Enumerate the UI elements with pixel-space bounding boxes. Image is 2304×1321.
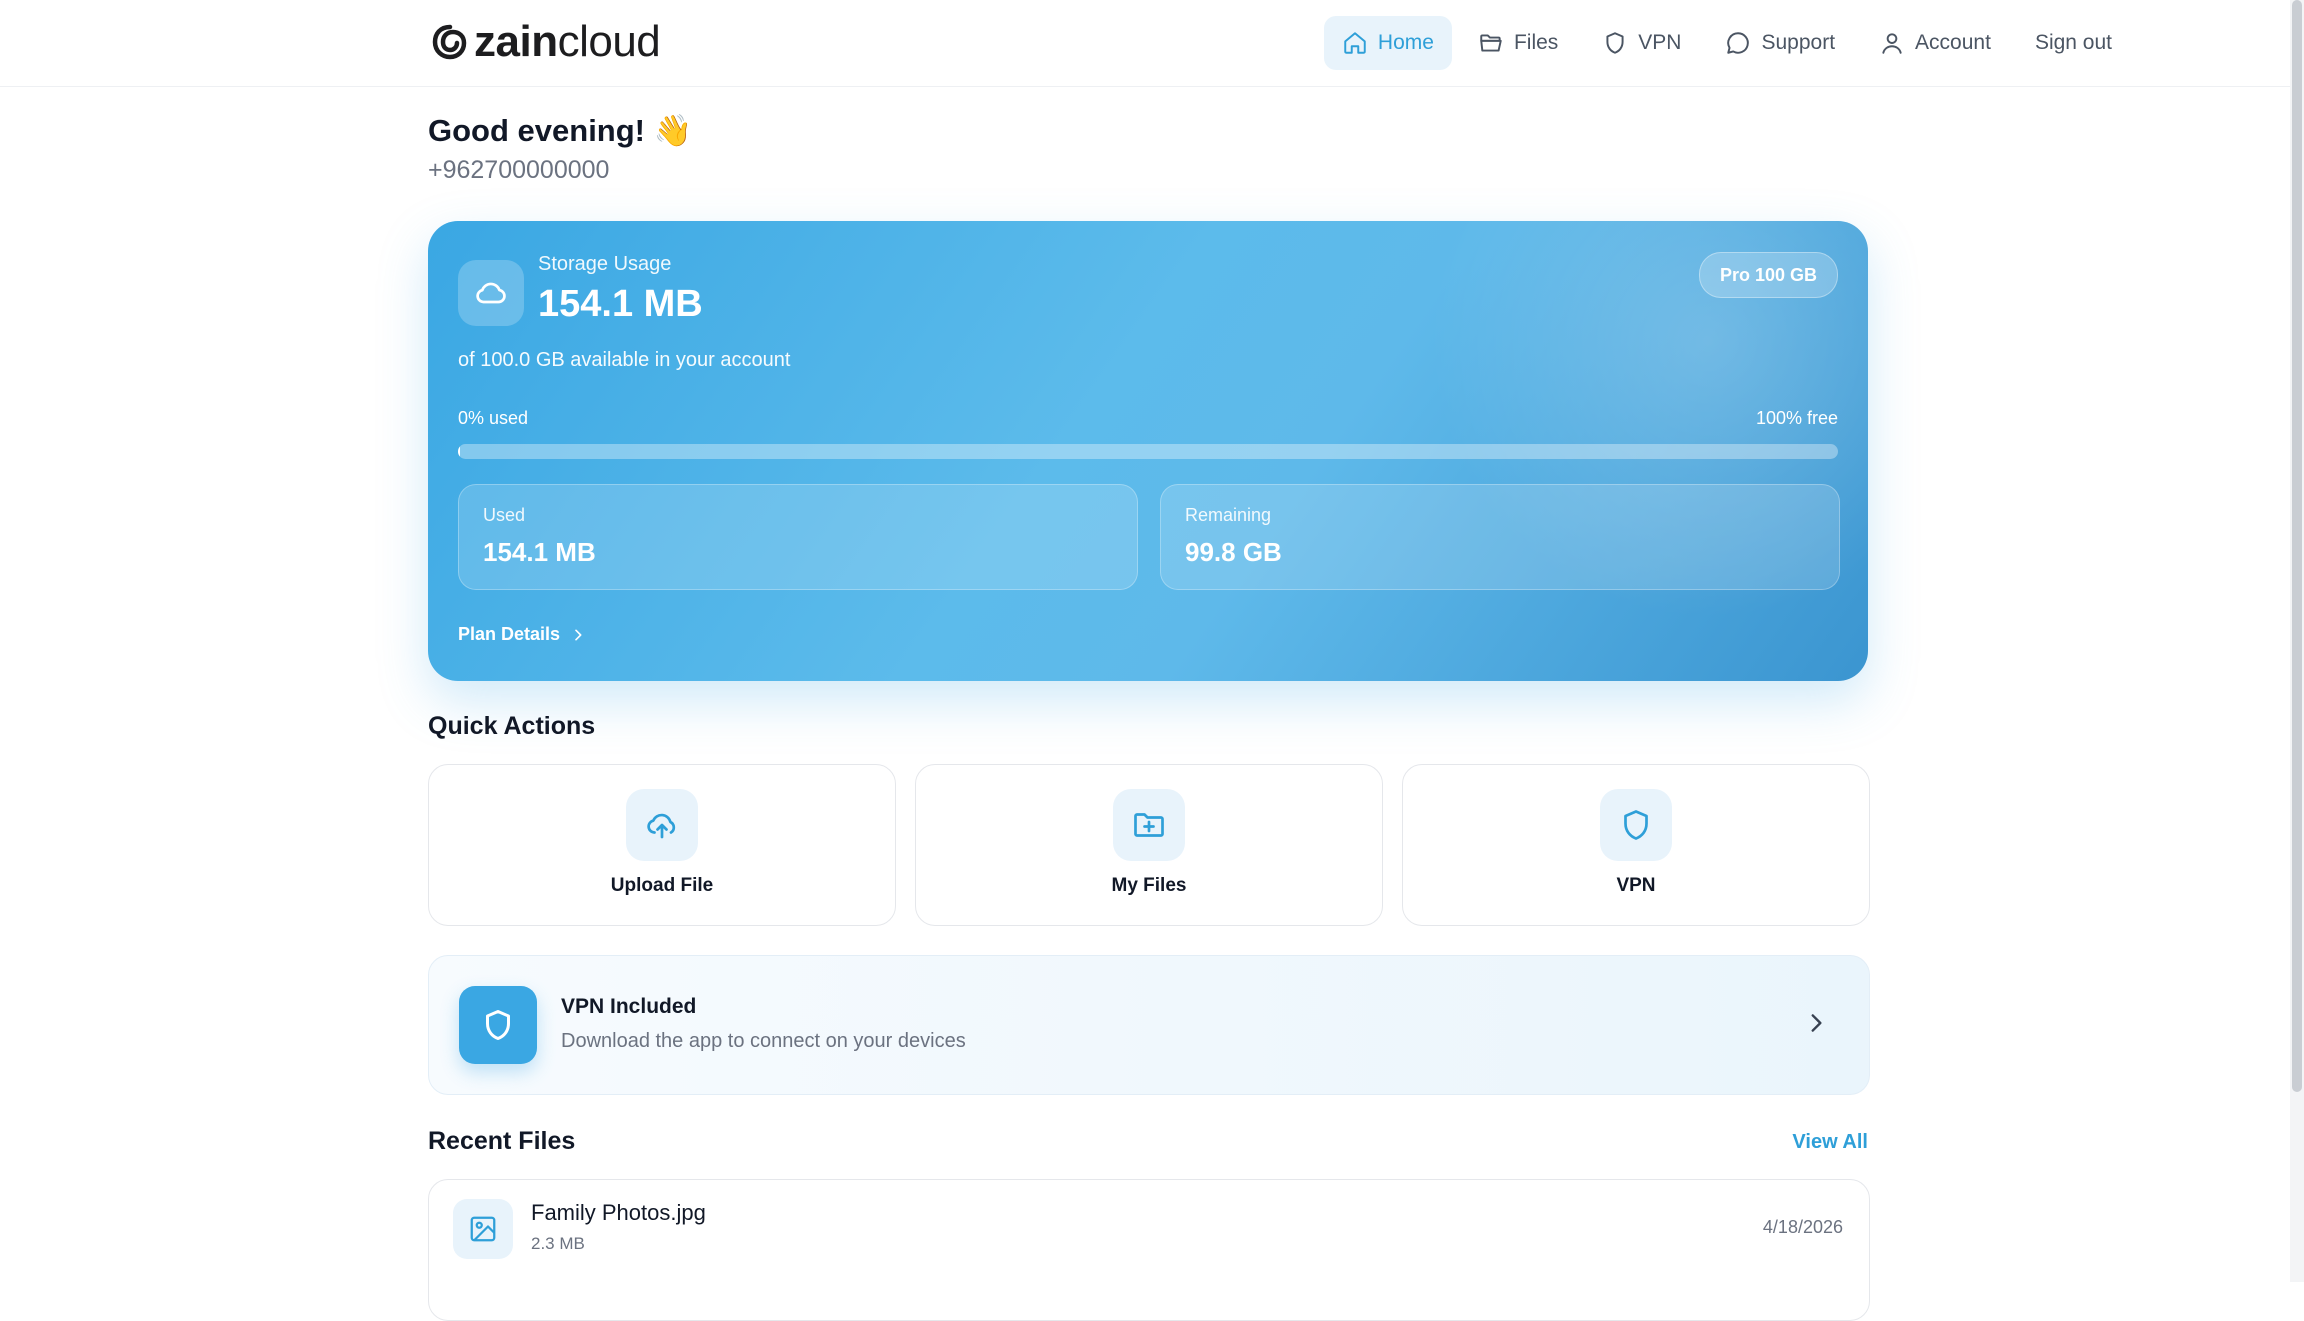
logo-text-light: cloud <box>557 17 661 66</box>
recent-files-title: Recent Files <box>428 1127 576 1155</box>
file-date: 4/18/2026 <box>1762 1217 1843 1237</box>
recent-files-list: Family Photos.jpg 2.3 MB 4/18/2026 <box>428 1179 1870 1321</box>
storage-available-text: of 100.0 GB available in your account <box>458 349 791 371</box>
nav-item-vpn[interactable]: VPN <box>1584 16 1699 70</box>
image-icon <box>453 1199 513 1259</box>
nav-item-home[interactable]: Home <box>1323 16 1452 70</box>
wave-emoji: 👋 <box>653 113 693 148</box>
used-percent: 0% used <box>458 408 529 428</box>
top-navigation-bar: zaincloud Home Files VPN Support Account… <box>0 0 2290 87</box>
chevron-right-icon <box>1811 1014 1822 1032</box>
nav-item-files[interactable]: Files <box>1460 16 1576 70</box>
file-size: 2.3 MB <box>531 1234 585 1253</box>
main-nav: Home Files VPN Support Account Sign out <box>1323 16 2130 70</box>
remaining-stat-box: Remaining 99.8 GB <box>1160 484 1840 590</box>
storage-progress-fill <box>458 444 461 459</box>
storage-label: Storage Usage <box>538 253 672 275</box>
shield-icon <box>1600 789 1672 861</box>
storage-used-amount: 154.1 MB <box>538 283 703 325</box>
nav-label-account: Account <box>1915 31 1991 54</box>
cloud-upload-icon <box>626 789 698 861</box>
used-stat-label: Used <box>483 505 526 525</box>
user-phone-number: +962700000000 <box>428 156 610 184</box>
vpn-banner-title: VPN Included <box>561 995 697 1018</box>
used-stat-value: 154.1 MB <box>483 537 596 567</box>
nav-item-support[interactable]: Support <box>1707 16 1853 70</box>
home-icon <box>1344 32 1366 54</box>
shield-icon <box>1606 32 1624 54</box>
nav-item-account[interactable]: Account <box>1861 16 2009 70</box>
page-title: Good evening! 👋 <box>428 112 692 149</box>
view-all-link[interactable]: View All <box>1792 1131 1868 1154</box>
logo-text-bold: zain <box>474 17 558 66</box>
plan-details-link[interactable]: Plan Details <box>458 624 586 645</box>
quick-actions-title: Quick Actions <box>428 712 596 740</box>
remaining-stat-value: 99.8 GB <box>1185 537 1282 567</box>
quick-action-upload-file[interactable]: Upload File <box>428 764 896 926</box>
nav-item-sign-out[interactable]: Sign out <box>2017 16 2130 70</box>
used-stat-box: Used 154.1 MB <box>458 484 1138 590</box>
scrollbar-thumb[interactable] <box>2292 0 2302 1092</box>
list-item[interactable]: Family Photos.jpg 2.3 MB 4/18/2026 <box>429 1180 1869 1276</box>
remaining-stat-label: Remaining <box>1185 505 1272 525</box>
storage-progress-bar <box>458 444 1838 459</box>
vpn-banner-subtitle: Download the app to connect on your devi… <box>561 1030 966 1052</box>
folder-icon <box>1480 34 1502 52</box>
nav-label-sign-out: Sign out <box>2034 31 2112 54</box>
quick-action-my-files[interactable]: My Files <box>915 764 1383 926</box>
file-name: Family Photos.jpg <box>531 1200 706 1225</box>
free-percent: 100% free <box>1755 408 1838 428</box>
nav-label-vpn: VPN <box>1638 31 1682 54</box>
quick-action-label: VPN <box>1616 875 1656 896</box>
greeting-text: Good evening! <box>428 113 645 148</box>
nav-label-home: Home <box>1377 31 1434 54</box>
plan-badge: Pro 100 GB <box>1698 252 1838 298</box>
folder-plus-icon <box>1113 789 1185 861</box>
nav-label-support: Support <box>1761 31 1836 54</box>
plan-details-label: Plan Details <box>458 624 561 644</box>
shield-icon <box>459 986 537 1064</box>
zaincloud-logo[interactable]: zaincloud <box>430 14 661 70</box>
zain-swirl-icon <box>432 24 467 60</box>
cloud-icon <box>458 260 524 326</box>
quick-action-label: Upload File <box>610 875 714 896</box>
storage-usage-card: Storage Usage 154.1 MB of 100.0 GB avail… <box>428 221 1868 681</box>
page-scrollbar[interactable] <box>2290 0 2304 1282</box>
user-icon <box>1882 33 1902 54</box>
quick-action-vpn[interactable]: VPN <box>1402 764 1870 926</box>
chevron-right-icon <box>575 629 582 640</box>
chat-icon <box>1727 32 1750 54</box>
nav-label-files: Files <box>1513 31 1559 54</box>
quick-action-label: My Files <box>1111 875 1187 896</box>
vpn-included-banner[interactable]: VPN Included Download the app to connect… <box>428 955 1870 1095</box>
